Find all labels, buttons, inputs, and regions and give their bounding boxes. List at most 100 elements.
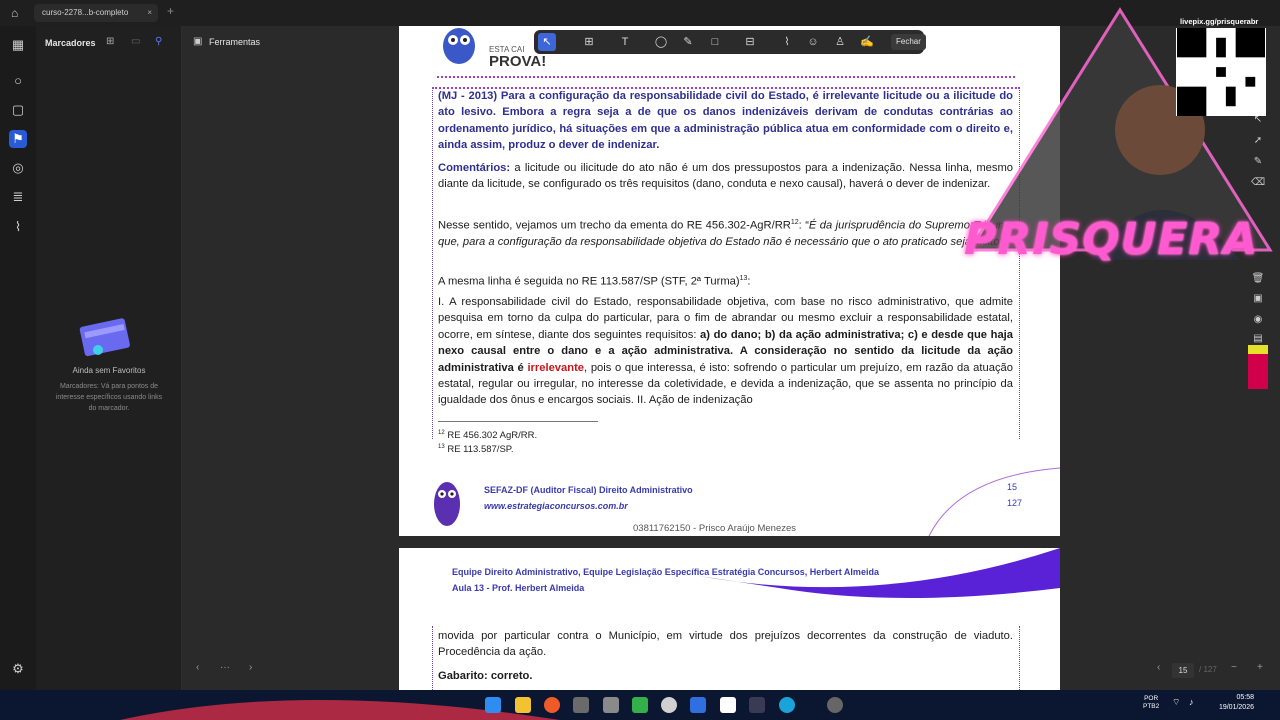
paragraph-citation: I. A responsabilidade civil do Estado, r…: [438, 294, 1013, 409]
left-rail: ▦ ○ ▢ ⚑ ◎ ≣ ⌇ ⚙: [0, 26, 36, 690]
close-tab-icon[interactable]: ×: [147, 4, 152, 22]
app-icon[interactable]: [632, 697, 648, 713]
qr-code-icon: [1176, 28, 1266, 116]
footnote-13: 13 RE 113.587/SP.: [438, 444, 514, 455]
add-bookmark-icon[interactable]: ⊞: [106, 36, 114, 47]
pen-icon[interactable]: ✎: [679, 33, 697, 51]
gabarito: Gabarito: correto.: [438, 670, 533, 682]
file-explorer-icon[interactable]: [515, 697, 531, 713]
home-icon[interactable]: ⌂: [11, 6, 18, 20]
app-icon[interactable]: [573, 697, 589, 713]
pin-icon[interactable]: ⚲: [155, 36, 162, 47]
para2-pre: A mesma linha é seguida no RE 113.587/SP…: [438, 275, 740, 288]
app-icon[interactable]: [827, 697, 843, 713]
bookmarks-panel: Marcadores ⊞ ▭ ⚲ Ainda sem Favoritos Mar…: [36, 26, 228, 690]
footnote-text: RE 113.587/SP.: [444, 444, 514, 456]
edge-icon[interactable]: [779, 697, 795, 713]
frame-icon[interactable]: ⊞: [580, 33, 598, 51]
rt-arrow-icon[interactable]: ➚: [1251, 134, 1265, 148]
rt-eraser-icon[interactable]: ⌫: [1251, 176, 1265, 190]
page-icon[interactable]: ▢: [9, 101, 27, 119]
page2-header: Equipe Direito Administrativo, Equipe Le…: [452, 567, 879, 577]
lang-1: POR: [1144, 695, 1159, 702]
color-palette[interactable]: [1248, 345, 1268, 389]
volume-icon[interactable]: ♪: [1189, 697, 1194, 707]
question-text: (MJ - 2013) Para a configuração da respo…: [438, 90, 1013, 152]
rt-clipboard-icon[interactable]: ▤: [1251, 332, 1265, 346]
page2-subheader: Aula 13 - Prof. Herbert Almeida: [452, 583, 585, 593]
close-button[interactable]: Fechar: [891, 34, 926, 50]
more-nav-icon[interactable]: ···: [220, 662, 230, 673]
rectangle-icon[interactable]: □: [706, 33, 724, 51]
wallpaper-strip: [120, 700, 560, 720]
attachment-icon[interactable]: ⌇: [9, 218, 27, 236]
next-page-icon[interactable]: ›: [249, 662, 252, 673]
app-icon[interactable]: [661, 697, 677, 713]
rt-save-icon[interactable]: ▣: [1251, 292, 1265, 306]
bookmark-icon[interactable]: ⚑: [9, 130, 27, 148]
select-icon[interactable]: ↖: [538, 33, 556, 51]
footnote-ref-12[interactable]: 12: [791, 219, 799, 226]
rt-delete-icon[interactable]: 🗑: [1251, 272, 1265, 286]
page-back-icon[interactable]: ‹: [1157, 662, 1160, 673]
clock[interactable]: 05:58 19/01/2026: [1206, 693, 1254, 713]
tools-title[interactable]: Ferramentas: [209, 37, 260, 47]
empty-bookmarks-illustration: [79, 318, 130, 357]
rt-pen-icon[interactable]: ✎: [1251, 155, 1265, 169]
pdf-page-2: Equipe Direito Administrativo, Equipe Le…: [399, 548, 1060, 690]
sign-icon[interactable]: ✍: [858, 33, 876, 51]
date: 19/01/2026: [1218, 704, 1254, 711]
rt-camera-icon[interactable]: ◉: [1251, 313, 1265, 327]
comments-paragraph: Comentários: a licitude ou ilicitude do …: [438, 160, 1013, 193]
livepix-link: livepix.gg/prisquerabr: [1180, 17, 1259, 26]
shapes-icon[interactable]: ⊟: [741, 33, 759, 51]
new-tab-icon[interactable]: +: [167, 4, 174, 18]
comment-icon[interactable]: ◎: [9, 159, 27, 177]
annotation-toolbar: ↖ ⊞ T ◯ ✎ □ ⊟ ⌇ ☺ ♙ ✍ Fechar: [534, 30, 926, 54]
streamer-name: PRISQUERA: [964, 214, 1259, 265]
empty-description: Marcadores: Vá para pontos de interesse …: [55, 383, 163, 412]
footer-course: SEFAZ-DF (Auditor Fiscal) Direito Admini…: [484, 485, 693, 495]
footnote-12: 12 RE 456.302 AgR/RR.: [438, 430, 537, 441]
owl-logo-icon: [443, 28, 475, 64]
grid-icon[interactable]: ▦: [9, 36, 27, 54]
app-icon[interactable]: [720, 697, 736, 713]
layers-icon[interactable]: ≣: [9, 188, 27, 206]
empty-title: Ainda sem Favoritos: [72, 366, 146, 375]
bookmark-outline-icon[interactable]: ▭: [131, 36, 140, 47]
zoom-in-icon[interactable]: +: [1257, 662, 1263, 673]
app-icon[interactable]: [749, 697, 765, 713]
paragraph-re: A mesma linha é seguida no RE 113.587/SP…: [438, 271, 1013, 290]
user-icon[interactable]: ♙: [831, 33, 849, 51]
page-number-input[interactable]: 15: [1172, 663, 1194, 678]
network-icon[interactable]: ⌔: [1172, 697, 1180, 708]
brave-icon[interactable]: [544, 697, 560, 713]
search-icon[interactable]: ○: [9, 72, 27, 90]
settings-icon[interactable]: ⚙: [9, 660, 27, 678]
comments-label: Comentários:: [438, 162, 511, 174]
para1-mid: : “: [798, 219, 809, 232]
comments-text: a licitude ou ilicitude do ato não é um …: [438, 162, 1013, 191]
app-icon[interactable]: [690, 697, 706, 713]
text-icon[interactable]: T: [616, 33, 634, 51]
footnote-divider: [438, 421, 598, 422]
header-divider: [437, 76, 1015, 78]
language-indicator[interactable]: POR PTB2: [1143, 695, 1159, 711]
footnote-num: 13: [438, 444, 445, 450]
para3-highlight: irrelevante: [527, 361, 585, 374]
paragraph-ementa: Nesse sentido, vejamos um trecho da emen…: [438, 215, 1013, 251]
footer-url[interactable]: www.estrategiaconcursos.com.br: [484, 501, 628, 511]
link-icon[interactable]: ⌇: [778, 33, 796, 51]
rt-pointer-icon[interactable]: ↖: [1251, 113, 1265, 127]
para1-pre: Nesse sentido, vejamos um trecho da emen…: [438, 219, 791, 232]
footer-curve: [928, 467, 1060, 536]
zoom-out-icon[interactable]: −: [1231, 662, 1237, 673]
stamp-icon[interactable]: ☺: [804, 33, 822, 51]
footnote-num: 12: [438, 430, 445, 436]
app-icon[interactable]: [603, 697, 619, 713]
prev-page-icon[interactable]: ‹: [196, 662, 199, 673]
document-tab[interactable]: curso-2278...b-completo ×: [34, 4, 158, 22]
panel-title: Marcadores: [45, 38, 96, 48]
windows-start-icon[interactable]: [485, 697, 501, 713]
comment-icon[interactable]: ◯: [652, 33, 670, 51]
